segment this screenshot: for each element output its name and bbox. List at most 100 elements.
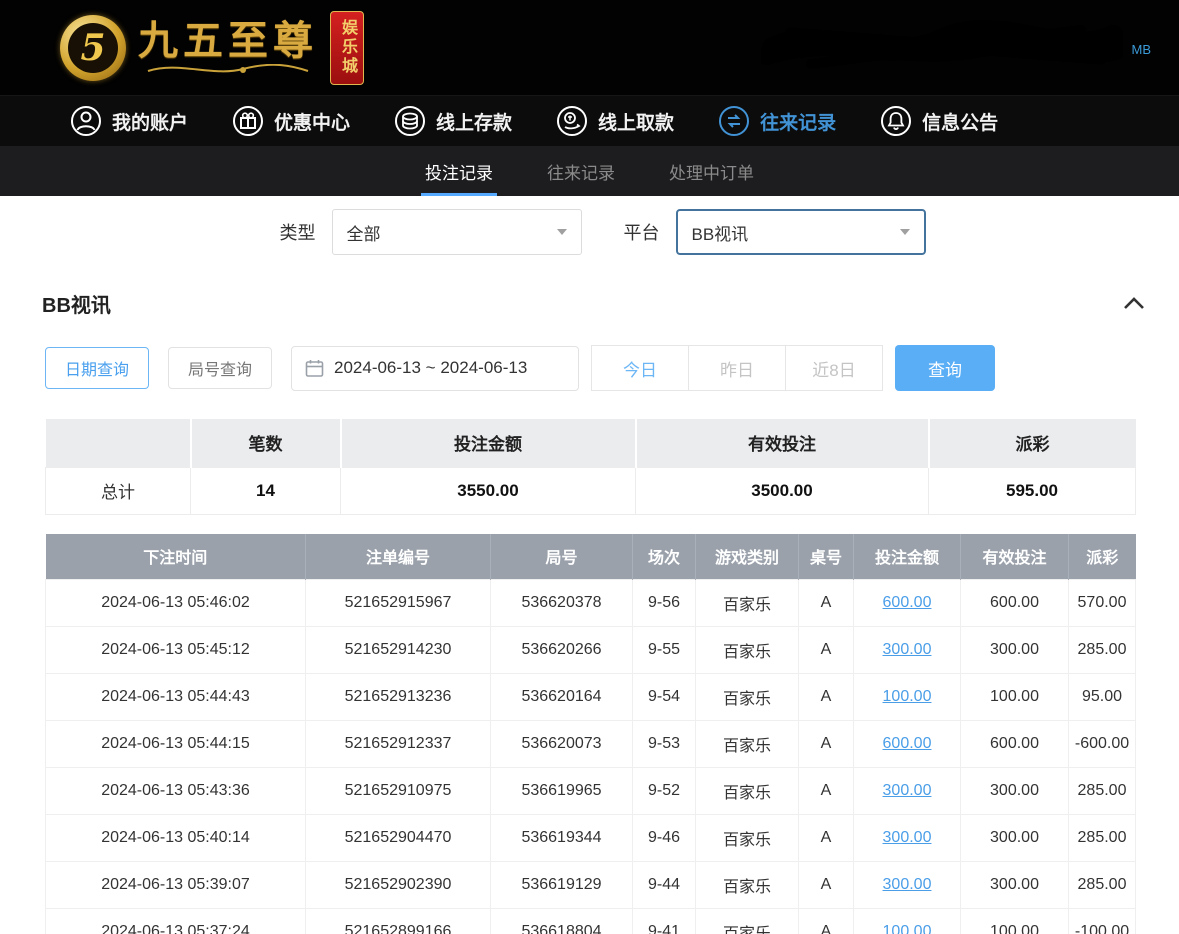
nav-item-promotions[interactable]: 优惠中心 — [232, 105, 350, 137]
round-query-button[interactable]: 局号查询 — [168, 347, 272, 389]
cell-valid-bet: 100.00 — [961, 909, 1069, 934]
cell-game-type: 百家乐 — [696, 862, 799, 909]
nav-item-my-account[interactable]: 我的账户 — [70, 105, 188, 137]
cell-game-type: 百家乐 — [696, 721, 799, 768]
cell-game-type: 百家乐 — [696, 674, 799, 721]
cell-bet-time: 2024-06-13 05:44:43 — [46, 674, 306, 721]
cell-payout: -100.00 — [1069, 909, 1136, 934]
gift-icon — [232, 105, 264, 137]
bell-icon — [880, 105, 912, 137]
section-title: BB视讯 — [42, 289, 111, 318]
yesterday-button[interactable]: 昨日 — [688, 345, 786, 391]
cell-bet-id: 521652902390 — [306, 862, 491, 909]
table-row: 2024-06-13 05:37:24 521652899166 5366188… — [46, 909, 1136, 934]
logo-flourish-icon — [143, 64, 313, 76]
site-logo[interactable]: 5 九五至尊 娱乐城 — [60, 11, 364, 85]
col-header-table-no: 桌号 — [799, 534, 854, 580]
col-header-round-no: 局号 — [491, 534, 633, 580]
cell-session: 9-53 — [633, 721, 696, 768]
cell-table-no: A — [799, 674, 854, 721]
col-header-payout: 派彩 — [1069, 534, 1136, 580]
col-header-session: 场次 — [633, 534, 696, 580]
search-button[interactable]: 查询 — [895, 345, 995, 391]
cell-round-no: 536620266 — [491, 627, 633, 674]
date-query-button[interactable]: 日期查询 — [45, 347, 149, 389]
cell-table-no: A — [799, 721, 854, 768]
cell-table-no: A — [799, 815, 854, 862]
date-range-picker[interactable]: 2024-06-13 ~ 2024-06-13 — [291, 346, 579, 391]
cell-round-no: 536620378 — [491, 580, 633, 627]
cell-session: 9-55 — [633, 627, 696, 674]
cell-bet-time: 2024-06-13 05:39:07 — [46, 862, 306, 909]
currency-label: MB — [1132, 42, 1152, 57]
bet-amount-link[interactable]: 300.00 — [883, 829, 932, 846]
summary-header-bet-amount: 投注金额 — [341, 419, 636, 467]
tab-transaction-records[interactable]: 往来记录 — [543, 146, 619, 196]
today-button[interactable]: 今日 — [591, 345, 689, 391]
summary-total-label: 总计 — [46, 467, 191, 514]
table-row: 2024-06-13 05:44:43 521652913236 5366201… — [46, 674, 1136, 721]
nav-label: 线上存款 — [436, 108, 512, 135]
cell-session: 9-41 — [633, 909, 696, 934]
bet-amount-link[interactable]: 600.00 — [883, 594, 932, 611]
cell-bet-time: 2024-06-13 05:44:15 — [46, 721, 306, 768]
cell-payout: 285.00 — [1069, 768, 1136, 815]
cell-payout: -600.00 — [1069, 721, 1136, 768]
filter-row: 类型 全部 平台 BB视讯 — [0, 209, 1179, 255]
col-header-bet-amount: 投注金额 — [854, 534, 961, 580]
col-header-bet-id: 注单编号 — [306, 534, 491, 580]
cell-game-type: 百家乐 — [696, 768, 799, 815]
tab-processing-orders[interactable]: 处理中订单 — [665, 146, 758, 196]
cell-round-no: 536620164 — [491, 674, 633, 721]
bet-amount-link[interactable]: 100.00 — [883, 688, 932, 705]
bet-amount-link[interactable]: 300.00 — [883, 782, 932, 799]
bet-records-table: 下注时间 注单编号 局号 场次 游戏类别 桌号 投注金额 有效投注 派彩 202… — [45, 534, 1136, 934]
bet-amount-link[interactable]: 300.00 — [883, 876, 932, 893]
cell-bet-id: 521652899166 — [306, 909, 491, 934]
nav-item-announcements[interactable]: 信息公告 — [880, 105, 998, 137]
chevron-down-icon — [557, 229, 567, 235]
table-row: 2024-06-13 05:40:14 521652904470 5366193… — [46, 815, 1136, 862]
coin-withdraw-icon — [556, 105, 588, 137]
bet-amount-link[interactable]: 600.00 — [883, 735, 932, 752]
cell-session: 9-54 — [633, 674, 696, 721]
main-navigation: 我的账户 优惠中心 线上存款 线上取款 — [0, 95, 1179, 146]
summary-header-row: 笔数 投注金额 有效投注 派彩 — [46, 419, 1136, 467]
cell-round-no: 536620073 — [491, 721, 633, 768]
cell-bet-time: 2024-06-13 05:43:36 — [46, 768, 306, 815]
nav-label: 信息公告 — [922, 108, 998, 135]
summary-count-value: 14 — [191, 467, 341, 514]
nav-item-transactions[interactable]: 往来记录 — [718, 105, 836, 137]
nav-item-withdrawal[interactable]: 线上取款 — [556, 105, 674, 137]
nav-label: 线上取款 — [598, 108, 674, 135]
logo-emblem-number: 5 — [68, 23, 118, 73]
top-header-bar: 5 九五至尊 娱乐城 MB — [0, 0, 1179, 95]
cell-game-type: 百家乐 — [696, 815, 799, 862]
cell-table-no: A — [799, 627, 854, 674]
last-8-days-button[interactable]: 近8日 — [785, 345, 883, 391]
logo-emblem-icon: 5 — [60, 15, 126, 81]
collapse-section-button[interactable] — [1123, 297, 1145, 310]
type-select[interactable]: 全部 — [332, 209, 582, 255]
cell-payout: 285.00 — [1069, 815, 1136, 862]
coin-deposit-icon — [394, 105, 426, 137]
cell-valid-bet: 300.00 — [961, 815, 1069, 862]
bet-amount-link[interactable]: 100.00 — [883, 923, 932, 934]
platform-select[interactable]: BB视讯 — [676, 209, 926, 255]
cell-valid-bet: 600.00 — [961, 721, 1069, 768]
cell-bet-id: 521652910975 — [306, 768, 491, 815]
records-icon — [718, 105, 750, 137]
logo-text: 九五至尊 — [138, 20, 318, 76]
tab-bet-records[interactable]: 投注记录 — [421, 146, 497, 196]
date-range-value: 2024-06-13 ~ 2024-06-13 — [334, 358, 527, 378]
col-header-bet-time: 下注时间 — [46, 534, 306, 580]
nav-item-deposit[interactable]: 线上存款 — [394, 105, 512, 137]
cell-round-no: 536619129 — [491, 862, 633, 909]
cell-bet-id: 521652913236 — [306, 674, 491, 721]
nav-label: 优惠中心 — [274, 108, 350, 135]
cell-bet-id: 521652912337 — [306, 721, 491, 768]
cell-session: 9-46 — [633, 815, 696, 862]
summary-payout-value: 595.00 — [929, 467, 1136, 514]
type-select-value: 全部 — [347, 220, 381, 245]
bet-amount-link[interactable]: 300.00 — [883, 641, 932, 658]
